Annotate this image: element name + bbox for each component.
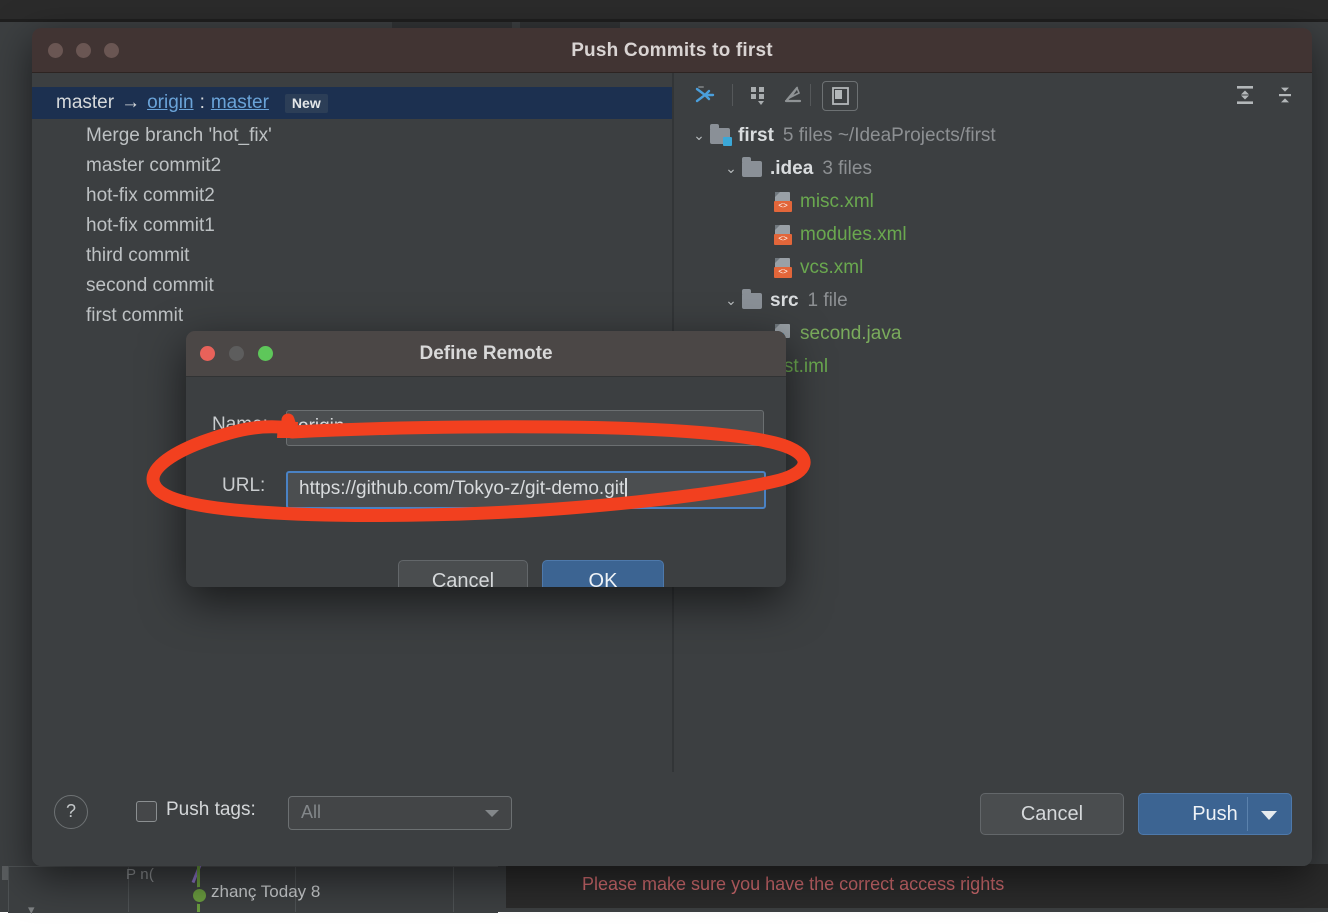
chevron-down-icon — [485, 810, 499, 817]
log-commit-author: zhanç Today 8 — [211, 882, 321, 901]
group-by-icon[interactable] — [744, 81, 774, 109]
xml-file-icon: <> — [774, 191, 792, 212]
push-dropdown-caret-icon[interactable] — [1261, 811, 1277, 820]
preview-diff-icon[interactable] — [822, 81, 858, 111]
local-branch-label: master — [56, 92, 115, 113]
xml-file-icon: <> — [774, 224, 792, 245]
commit-list-item[interactable]: hot-fix commit1 — [32, 211, 672, 241]
new-badge: New — [284, 93, 328, 113]
define-remote-ok-button[interactable]: OK — [542, 560, 664, 587]
push-tags-checkbox[interactable] — [136, 801, 157, 822]
url-field[interactable]: https://github.com/Tokyo-z/git-demo.git — [286, 471, 766, 509]
file-tree-node-label: .idea — [770, 157, 814, 179]
file-tree-node[interactable]: ⌄ src 1 file — [674, 284, 1312, 317]
arrow-icon: → — [121, 92, 141, 113]
project-folder-icon — [710, 123, 732, 146]
file-tree-node[interactable]: <> modules.xml — [674, 218, 1312, 251]
url-label: URL: — [222, 475, 266, 496]
branch-separator: : — [199, 92, 205, 113]
file-tree-node-label: misc.xml — [800, 190, 874, 212]
expand-all-icon[interactable] — [1230, 81, 1260, 109]
chevron-down-icon[interactable]: ⌄ — [720, 160, 742, 177]
define-remote-body: Name: origin URL: https://github.com/Tok… — [186, 377, 786, 587]
push-button[interactable]: Push — [1138, 793, 1292, 835]
toolbar-separator-1 — [732, 84, 733, 106]
push-tags-select[interactable]: All — [288, 796, 512, 830]
edit-icon[interactable] — [778, 81, 808, 109]
define-remote-title-bar[interactable]: Define Remote — [186, 331, 786, 377]
xml-file-icon: <> — [774, 257, 792, 278]
define-remote-title: Define Remote — [419, 343, 553, 364]
name-field[interactable]: origin — [286, 410, 764, 446]
console-error-message: Please make sure you have the correct ac… — [582, 874, 1005, 894]
module-badge-icon — [723, 136, 732, 146]
window-footer: ? Push tags: All Cancel Push — [32, 772, 1312, 866]
branch-spec-row[interactable]: master → origin : master New — [32, 87, 672, 119]
folder-icon — [742, 288, 762, 309]
file-tree-node[interactable]: <> vcs.xml — [674, 251, 1312, 284]
commit-list-item[interactable]: second commit — [32, 271, 672, 301]
commit-list-item[interactable]: hot-fix commit2 — [32, 181, 672, 211]
log-column-divider-4 — [453, 866, 454, 912]
commit-list: Merge branch 'hot_fix' master commit2 hot-… — [32, 121, 672, 331]
push-tags-select-value: All — [301, 802, 322, 822]
file-tree-node-label: modules.xml — [800, 223, 907, 245]
ide-scroll-arrow-icon: ▾ — [28, 902, 35, 917]
collapse-selection-icon[interactable] — [690, 81, 720, 109]
log-branch-label: P n( — [126, 866, 155, 883]
remote-name-link[interactable]: origin — [147, 92, 193, 114]
cancel-button[interactable]: Cancel — [980, 793, 1124, 835]
push-button-label: Push — [1192, 802, 1238, 825]
log-column-divider-1 — [8, 866, 9, 912]
screenshot-root: P n( zhanç Today 8 Please make sure you … — [0, 0, 1328, 924]
commit-list-item[interactable]: master commit2 — [32, 151, 672, 181]
push-split-divider — [1247, 797, 1248, 831]
file-tree-node-label: vcs.xml — [800, 256, 864, 278]
chevron-down-icon[interactable]: ⌄ — [720, 292, 742, 309]
file-tree-node[interactable]: ⌄ first 5 files ~/IdeaProjects/first — [674, 119, 1312, 152]
file-tree-node-meta: 3 files — [822, 157, 872, 179]
remote-branch-link[interactable]: master — [211, 92, 269, 114]
file-tree-node-label: src — [770, 289, 799, 311]
file-tree-node-label: first — [738, 124, 774, 146]
push-tags-label: Push tags: — [166, 799, 256, 820]
file-tree-node-meta: 5 files ~/IdeaProjects/first — [782, 124, 996, 146]
collapse-all-icon[interactable] — [1270, 81, 1300, 109]
folder-icon — [742, 156, 762, 177]
file-tree-toolbar — [674, 73, 1312, 117]
define-remote-dialog: Define Remote Name: origin URL: https://… — [186, 331, 786, 587]
chevron-down-icon[interactable]: ⌄ — [688, 127, 710, 144]
file-tree-node-meta: 1 file — [807, 289, 848, 311]
commit-list-item[interactable]: first commit — [32, 301, 672, 331]
file-tree-node[interactable]: <> misc.xml — [674, 185, 1312, 218]
ide-top-strip-divider — [0, 19, 1328, 22]
url-field-value: https://github.com/Tokyo-z/git-demo.git — [299, 478, 625, 499]
log-graph-commit-dot — [191, 887, 208, 904]
text-caret — [625, 478, 627, 501]
name-label: Name: — [212, 414, 268, 435]
commit-list-item[interactable]: third commit — [32, 241, 672, 271]
toolbar-separator-2 — [810, 84, 811, 106]
help-button[interactable]: ? — [54, 795, 88, 829]
window-title-bar[interactable]: Push Commits to first — [32, 28, 1312, 73]
window-title: Push Commits to first — [571, 40, 773, 61]
file-tree-node[interactable]: ⌄ .idea 3 files — [674, 152, 1312, 185]
define-remote-cancel-button[interactable]: Cancel — [398, 560, 528, 587]
file-tree-node-label: second.java — [800, 322, 902, 344]
commit-list-item[interactable]: Merge branch 'hot_fix' — [32, 121, 672, 151]
name-field-value: origin — [298, 416, 345, 437]
